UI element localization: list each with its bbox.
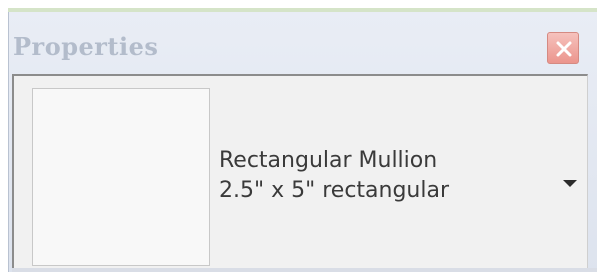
close-button[interactable] xyxy=(547,32,579,64)
top-strip xyxy=(0,0,597,12)
bottom-divider xyxy=(12,268,597,272)
chevron-down-icon[interactable] xyxy=(563,180,577,187)
properties-window: Properties Rectangular Mullion 2.5" x 5"… xyxy=(0,0,597,272)
type-family-label: Rectangular Mullion xyxy=(219,148,438,173)
type-selector-dropdown[interactable]: Rectangular Mullion 2.5" x 5" rectangula… xyxy=(12,74,588,272)
close-icon xyxy=(556,41,572,57)
type-name-label: 2.5" x 5" rectangular xyxy=(219,178,450,203)
panel-titlebar[interactable]: Properties xyxy=(9,12,597,72)
type-preview-image xyxy=(32,88,210,266)
properties-panel: Properties Rectangular Mullion 2.5" x 5"… xyxy=(8,12,597,272)
panel-title: Properties xyxy=(13,32,159,61)
